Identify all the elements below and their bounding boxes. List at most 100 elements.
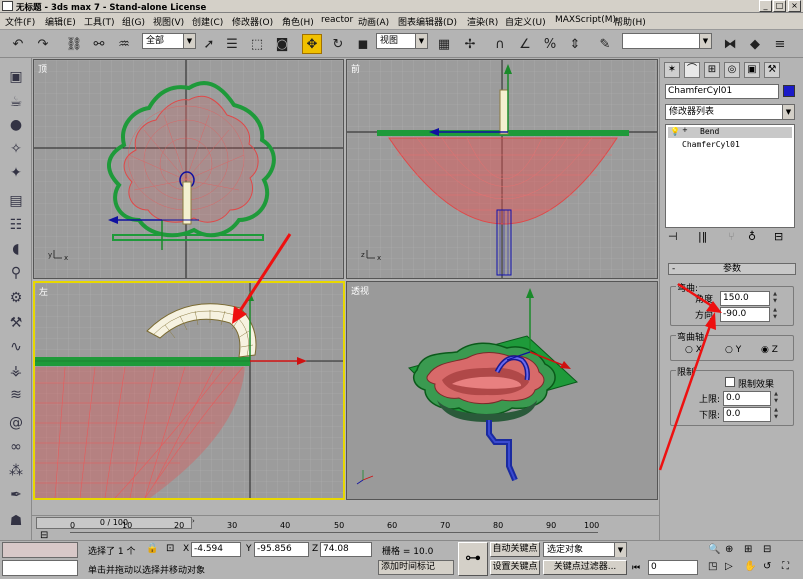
menu-group[interactable]: 组(G) (122, 15, 145, 28)
menu-animation[interactable]: 动画(A) (358, 15, 389, 28)
hierarchy-tab-icon[interactable]: ⊞ (704, 62, 720, 78)
menu-edit[interactable]: 编辑(E) (45, 15, 76, 28)
modify-tab-icon[interactable]: ⌒ (684, 62, 700, 78)
viewport-label-top[interactable]: 顶 (38, 62, 47, 75)
expand-plus-icon[interactable]: + (682, 126, 688, 134)
add-time-tag-button[interactable]: 添加时间标记 (378, 560, 454, 575)
create-spiral-icon[interactable]: @ (6, 414, 26, 432)
viewport-label-front[interactable]: 前 (351, 62, 360, 75)
lightbulb-icon[interactable]: 💡 (670, 127, 680, 136)
go-to-start-icon[interactable]: ⏮ (632, 563, 640, 573)
motion-tab-icon[interactable]: ◎ (724, 62, 740, 78)
angle-field[interactable]: 150.0 (720, 291, 770, 306)
minimize-button[interactable]: _ (759, 0, 772, 12)
modifier-list-dropdown[interactable]: 修改器列表 ▼ (665, 104, 795, 120)
viewport-label-left[interactable]: 左 (39, 285, 48, 298)
create-hammer-icon[interactable]: ⚒ (6, 314, 26, 332)
viewport-label-perspective[interactable]: 透视 (351, 284, 369, 297)
key-filters-button[interactable]: 关键点过滤器... (543, 560, 627, 575)
menu-character[interactable]: 角色(H) (282, 15, 314, 28)
zoom-icon[interactable]: 🔍 (708, 544, 720, 555)
create-particles-icon[interactable]: ⁂ (6, 462, 26, 480)
viewport-top[interactable]: y x 顶 (33, 59, 344, 279)
upper-limit-field[interactable]: 0.0 (723, 391, 771, 406)
create-knot-icon[interactable]: ∞ (6, 438, 26, 456)
unlink-icon[interactable]: ⚯ (89, 34, 109, 54)
key-mode-icon[interactable]: ⊶ (458, 542, 488, 576)
viewport-left[interactable]: 左 (33, 281, 345, 500)
create-pin-icon[interactable]: ⚲ (6, 264, 26, 282)
mirror-icon[interactable]: ⧓ (720, 34, 740, 54)
axis-x-radio[interactable]: ○ X (685, 345, 702, 355)
slider-next-icon[interactable]: › (192, 517, 200, 529)
create-person-icon[interactable]: ☗ (6, 512, 26, 530)
lower-limit-spinner[interactable]: ▲ ▼ (772, 407, 780, 422)
limit-effect-checkbox[interactable] (725, 377, 735, 387)
angle-spinner[interactable]: ▲ ▼ (771, 291, 779, 306)
select-and-rotate-icon[interactable]: ↻ (328, 34, 348, 54)
edit-named-selection-icon[interactable]: ✎ (595, 34, 615, 54)
menu-rendering[interactable]: 渲染(R) (467, 15, 498, 28)
menu-create[interactable]: 创建(C) (192, 15, 223, 28)
axis-y-radio[interactable]: ○ Y (725, 345, 741, 355)
menu-tools[interactable]: 工具(T) (84, 15, 115, 28)
utilities-tab-icon[interactable]: ⚒ (764, 62, 780, 78)
create-gear-icon[interactable]: ⚙ (6, 289, 26, 307)
create-tab-icon[interactable]: ✶ (664, 62, 680, 78)
make-unique-icon[interactable]: ⑂ (728, 230, 735, 243)
rect-selection-icon[interactable]: ⬚ (247, 34, 267, 54)
stack-item-bend[interactable]: 💡 + Bend (668, 126, 792, 138)
create-cylinder-icon[interactable]: ▤ (6, 192, 26, 210)
direction-field[interactable]: -90.0 (720, 307, 770, 322)
undo-icon[interactable]: ↶ (8, 34, 28, 54)
key-selection-set-dropdown[interactable]: 选定对象 ▼ (543, 542, 627, 557)
create-biped-icon[interactable]: ⚶ (6, 362, 26, 380)
select-and-scale-icon[interactable]: ◼ (353, 34, 373, 54)
close-button[interactable]: × (788, 0, 801, 12)
menu-help[interactable]: 帮助(H) (614, 15, 646, 28)
create-wave-icon[interactable]: ≋ (6, 386, 26, 404)
parameters-rollout-title[interactable]: - 参数 (668, 263, 796, 275)
upper-limit-spinner[interactable]: ▲ ▼ (772, 391, 780, 406)
angle-snap-icon[interactable]: ∠ (515, 34, 535, 54)
z-coord-field[interactable]: 74.08 (320, 542, 372, 557)
auto-key-button[interactable]: 自动关键点 (490, 542, 540, 557)
zoom-all-icon[interactable]: ⊕ (725, 544, 733, 555)
spinner-snap-icon[interactable]: ⇕ (565, 34, 585, 54)
bind-space-warp-icon[interactable]: ♒ (114, 34, 134, 54)
menu-reactor[interactable]: reactor (321, 15, 353, 25)
menu-file[interactable]: 文件(F) (5, 15, 35, 28)
create-light-icon[interactable]: ✧ (6, 140, 26, 158)
pivot-center-icon[interactable]: ▦ (434, 34, 454, 54)
zoom-extents-icon[interactable]: ⊞ (744, 544, 752, 555)
selection-filter-dropdown[interactable]: 全部 ▼ (142, 33, 196, 49)
create-tube-icon[interactable]: ◖ (6, 240, 26, 258)
stack-item-chamfercyl[interactable]: ChamferCyl01 (668, 140, 792, 151)
reference-coord-dropdown[interactable]: 视图 ▼ (376, 33, 428, 49)
create-layers-icon[interactable]: ☷ (6, 216, 26, 234)
create-helper-icon[interactable]: ✦ (6, 164, 26, 182)
absolute-mode-icon[interactable]: ⊡ (166, 543, 174, 554)
viewport-front[interactable]: z x 前 (346, 59, 658, 279)
select-manipulate-icon[interactable]: ✢ (460, 34, 480, 54)
pan-hand-icon[interactable]: ✋ (744, 561, 756, 572)
create-box-icon[interactable]: ▣ (6, 68, 26, 86)
region-zoom-icon[interactable]: ◳ (708, 561, 717, 572)
menu-views[interactable]: 视图(V) (153, 15, 184, 28)
select-and-link-icon[interactable]: ⛓ (64, 34, 84, 54)
direction-spinner[interactable]: ▲ ▼ (771, 307, 779, 322)
zoom-extents-all-icon[interactable]: ⊟ (763, 544, 771, 555)
maxscript-listener-mini[interactable] (2, 542, 78, 558)
create-spline-icon[interactable]: ∿ (6, 338, 26, 356)
create-teapot-icon[interactable]: ☕ (6, 93, 26, 111)
object-name-field[interactable]: ChamferCyl01 (665, 84, 779, 99)
menu-graph-editors[interactable]: 图表编辑器(D) (398, 15, 457, 28)
create-brush-icon[interactable]: ✒ (6, 486, 26, 504)
y-coord-field[interactable]: -95.856 (254, 542, 309, 557)
maxscript-listener-input[interactable] (2, 560, 78, 576)
field-of-view-icon[interactable]: ▷ (725, 561, 733, 572)
lock-icon[interactable]: 🔒 (146, 543, 158, 554)
set-key-button[interactable]: 设置关键点 (490, 560, 540, 575)
viewport-perspective[interactable]: 透视 (346, 281, 658, 500)
select-object-icon[interactable]: ➚ (199, 34, 219, 54)
